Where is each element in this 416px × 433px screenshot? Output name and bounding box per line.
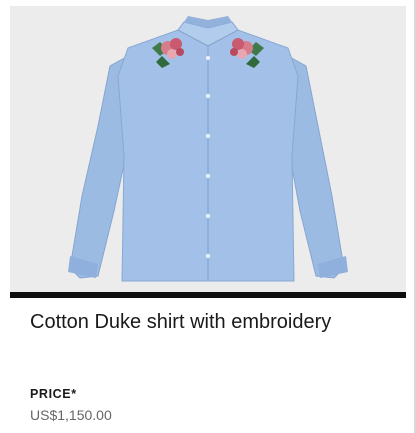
price-label: PRICE* xyxy=(30,387,77,401)
shirt-icon xyxy=(68,16,348,282)
product-title[interactable]: Cotton Duke shirt with embroidery xyxy=(30,307,390,337)
product-image[interactable] xyxy=(10,6,406,292)
price-value: US$1,150.00 xyxy=(30,407,112,423)
divider xyxy=(10,292,406,298)
